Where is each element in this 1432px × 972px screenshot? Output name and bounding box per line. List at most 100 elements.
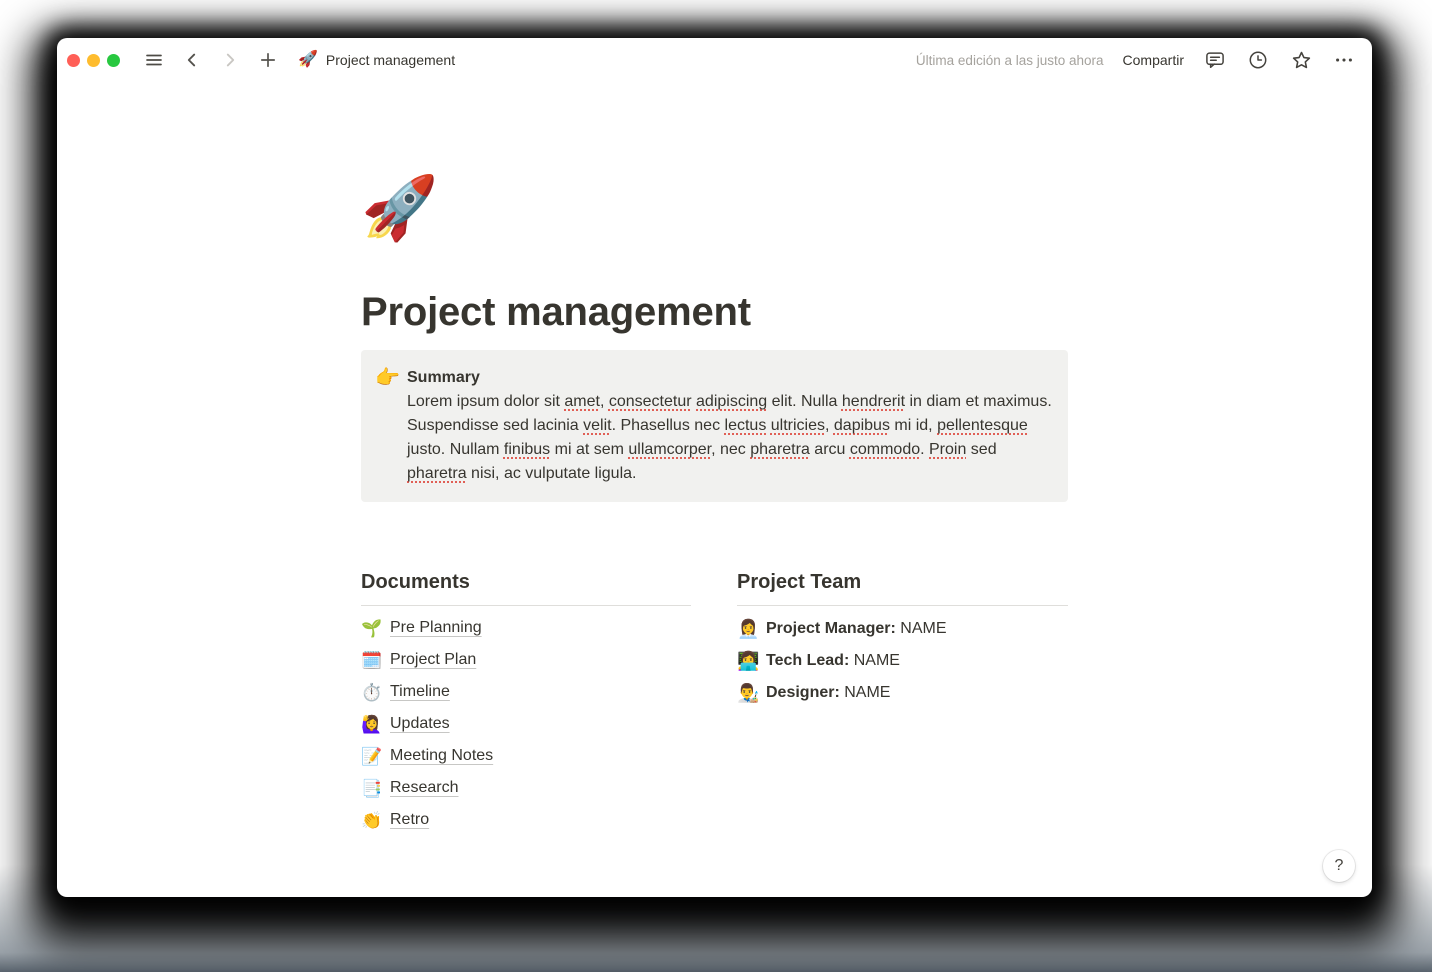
doc-label: Timeline [390,683,450,700]
doc-link-retro[interactable]: 👏 Retro [361,804,691,836]
member-name: NAME [844,684,891,701]
callout-text-segment: . [920,441,929,458]
stopwatch-icon: ⏱️ [361,682,383,702]
misspelled-word: ultricies [770,417,825,434]
callout-text-segment: mi at sem [550,441,629,458]
doc-link-timeline[interactable]: ⏱️ Timeline [361,676,691,708]
callout-text-segment: mi id, [889,417,938,434]
misspelled-word: pharetra [750,441,810,458]
pointing-finger-icon[interactable]: 👉 [375,366,400,390]
doc-link-updates[interactable]: 🙋‍♀️ Updates [361,708,691,740]
member-role: Tech Lead: [766,652,850,669]
member-role: Designer: [766,684,840,701]
minimize-window-button[interactable] [87,53,100,67]
documents-heading: Documents [361,571,470,593]
misspelled-word: lectus [724,417,767,434]
member-name: NAME [900,620,947,637]
close-window-button[interactable] [67,53,80,67]
callout-text-segment: . Phasellus nec [611,417,725,434]
seedling-icon: 🌱 [361,618,383,638]
callout-content: Summary Lorem ipsum dolor sit amet, cons… [407,366,1052,486]
documents-list: 🌱 Pre Planning 🗓️ Project Plan ⏱️ Timeli… [361,612,691,836]
callout-text-segment: Lorem ipsum dolor sit [407,393,565,410]
misspelled-word: commodo [849,441,921,458]
doc-link-project-plan[interactable]: 🗓️ Project Plan [361,644,691,676]
misspelled-word: velit [583,417,612,434]
clock-icon [1249,51,1267,69]
team-row-designer: 👨‍🎨 Designer: NAME [737,677,1068,709]
comment-icon [1206,52,1224,69]
toolbar-right: Última edición a las justo ahora Compart… [916,48,1356,72]
misspelled-word: hendrerit [841,393,906,410]
comments-button[interactable] [1203,48,1227,72]
callout-text-segment: justo. Nullam [407,441,504,458]
hamburger-icon [146,54,162,66]
divider [361,605,691,606]
callout-text-segment: nisi, ac vulputate ligula. [466,465,637,482]
team-row-project-manager: 👩‍💼 Project Manager: NAME [737,613,1068,645]
misspelled-word: consectetur [608,393,692,410]
new-page-button[interactable] [256,48,280,72]
project-team-heading: Project Team [737,571,862,593]
doc-label: Project Plan [390,651,477,668]
team-list: 👩‍💼 Project Manager: NAME 👩‍💻 Tech Lead:… [737,613,1068,709]
doc-link-research[interactable]: 📑 Research [361,772,691,804]
misspelled-word: dapibus [833,417,890,434]
project-team-column: Project Team 👩‍💼 Project Manager: NAME 👩… [737,569,1068,836]
page-content: 🚀 Project management 👉 Summary Lorem ips… [57,82,1372,897]
sidebar-menu-button[interactable] [142,48,166,72]
question-mark-icon: ? [1334,857,1344,874]
more-options-button[interactable] [1332,48,1356,72]
app-window: 🚀 Project management Última edición a la… [57,38,1372,897]
callout-heading: Summary [407,369,480,386]
breadcrumb-page-icon: 🚀 [298,51,318,68]
doc-link-pre-planning[interactable]: 🌱 Pre Planning [361,612,691,644]
callout-text-segment: sed [966,441,997,458]
doc-label: Retro [390,811,430,828]
nav-forward-button[interactable] [218,48,242,72]
two-column-layout: Documents 🌱 Pre Planning 🗓️ Project Plan [361,569,1068,836]
help-button[interactable]: ? [1323,850,1355,882]
clapping-hands-icon: 👏 [361,810,383,830]
toolbar: 🚀 Project management Última edición a la… [57,38,1372,82]
plus-icon [260,52,276,68]
traffic-lights [67,53,120,67]
man-artist-icon: 👨‍🎨 [737,683,760,703]
chevron-right-icon [226,53,235,67]
memo-icon: 📝 [361,746,383,766]
share-button[interactable]: Compartir [1123,52,1184,68]
doc-label: Meeting Notes [390,747,494,764]
misspelled-word: adipiscing [696,393,768,410]
callout-body: Lorem ipsum dolor sit amet, consectetur … [407,390,1052,486]
member-name: NAME [853,652,900,669]
page-title[interactable]: Project management [361,288,1068,336]
callout-text-segment: , [599,393,609,410]
page-column: 🚀 Project management 👉 Summary Lorem ips… [361,82,1068,836]
woman-raising-hand-icon: 🙋‍♀️ [361,714,383,734]
summary-callout: 👉 Summary Lorem ipsum dolor sit amet, co… [361,350,1068,502]
misspelled-word: ullamcorper [628,441,712,458]
breadcrumb-page-title: Project management [325,52,456,68]
member-role: Project Manager: [766,620,896,637]
callout-text-segment: , [825,417,834,434]
chevron-left-icon [187,53,196,67]
callout-text-segment: , nec [711,441,751,458]
bookmark-tabs-icon: 📑 [361,778,383,798]
doc-link-meeting-notes[interactable]: 📝 Meeting Notes [361,740,691,772]
doc-label: Updates [390,715,450,732]
page-history-button[interactable] [1246,48,1270,72]
breadcrumb[interactable]: 🚀 Project management [298,51,456,69]
nav-back-button[interactable] [180,48,204,72]
misspelled-word: pellentesque [937,417,1028,434]
notepad-icon: 🗓️ [361,650,383,670]
callout-text-segment: arcu [809,441,850,458]
misspelled-word: amet [564,393,600,410]
doc-label: Pre Planning [390,619,482,636]
divider [737,605,1068,606]
favorite-button[interactable] [1289,48,1313,72]
woman-technologist-icon: 👩‍💻 [737,651,760,671]
toolbar-left: 🚀 Project management [67,48,455,72]
misspelled-word: pharetra [407,465,467,482]
zoom-window-button[interactable] [107,53,120,67]
page-icon[interactable]: 🚀 [361,174,438,244]
